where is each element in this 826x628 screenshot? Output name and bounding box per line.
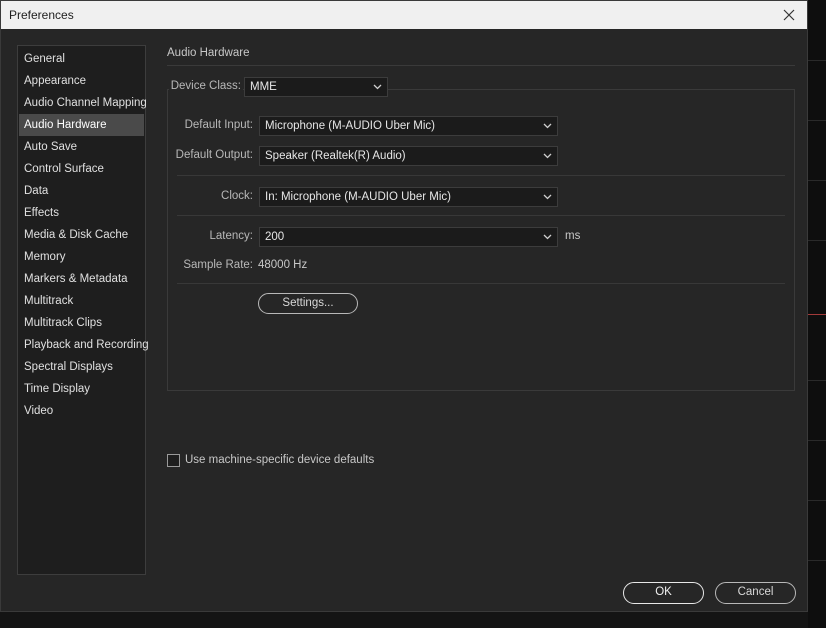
sample-rate-label: Sample Rate: [183, 259, 253, 271]
latency-dropdown[interactable]: 200 [259, 227, 558, 247]
section-divider [167, 65, 795, 66]
sidebar-item-playback-recording[interactable]: Playback and Recording [19, 334, 149, 356]
sidebar-item-memory[interactable]: Memory [19, 246, 144, 268]
preferences-sidebar: General Appearance Audio Channel Mapping… [17, 45, 149, 575]
divider [177, 283, 785, 284]
sidebar-item-general[interactable]: General [19, 48, 144, 70]
settings-button[interactable]: Settings... [258, 293, 358, 314]
default-output-dropdown[interactable]: Speaker (Realtek(R) Audio) [259, 146, 558, 166]
default-output-label: Default Output: [175, 149, 253, 161]
latency-unit: ms [565, 230, 581, 242]
default-input-label: Default Input: [184, 119, 253, 131]
clock-label: Clock: [221, 190, 253, 202]
clock-value: In: Microphone (M-AUDIO Uber Mic) [265, 191, 451, 203]
sidebar-item-audio-channel-mapping[interactable]: Audio Channel Mapping [19, 92, 147, 114]
chevron-down-icon [543, 194, 552, 200]
clock-dropdown[interactable]: In: Microphone (M-AUDIO Uber Mic) [259, 187, 558, 207]
window-title: Preferences [9, 8, 74, 22]
background-grid-line [808, 120, 826, 121]
machine-defaults-checkbox[interactable] [167, 454, 180, 467]
title-bar: Preferences [1, 1, 807, 29]
background-marker-line [808, 314, 826, 315]
default-output-value: Speaker (Realtek(R) Audio) [265, 150, 406, 162]
sidebar-item-audio-hardware[interactable]: Audio Hardware [19, 114, 144, 136]
sidebar-item-appearance[interactable]: Appearance [19, 70, 144, 92]
cancel-button[interactable]: Cancel [715, 582, 796, 604]
default-input-dropdown[interactable]: Microphone (M-AUDIO Uber Mic) [259, 116, 558, 136]
sidebar-item-multitrack[interactable]: Multitrack [19, 290, 144, 312]
background-grid-line [808, 240, 826, 241]
sidebar-item-media-disk-cache[interactable]: Media & Disk Cache [19, 224, 144, 246]
sidebar-item-video[interactable]: Video [19, 400, 144, 422]
device-class-dropdown[interactable]: MME [244, 77, 388, 97]
sidebar-item-markers-metadata[interactable]: Markers & Metadata [19, 268, 144, 290]
sidebar-item-data[interactable]: Data [19, 180, 144, 202]
latency-label: Latency: [209, 230, 253, 242]
section-title: Audio Hardware [167, 47, 250, 59]
chevron-down-icon [543, 153, 552, 159]
device-class-label: Device Class: [169, 80, 243, 92]
sidebar-item-time-display[interactable]: Time Display [19, 378, 144, 400]
background-grid-line [808, 380, 826, 381]
divider [177, 215, 785, 216]
ok-button[interactable]: OK [623, 582, 704, 604]
device-class-value: MME [250, 81, 277, 93]
chevron-down-icon [373, 84, 382, 90]
chevron-down-icon [543, 123, 552, 129]
chevron-down-icon [543, 234, 552, 240]
preferences-dialog: Preferences General Appearance Audio Cha… [0, 0, 808, 612]
sidebar-item-effects[interactable]: Effects [19, 202, 144, 224]
background-grid-line [808, 440, 826, 441]
close-icon [783, 9, 795, 21]
latency-value: 200 [265, 231, 285, 243]
sidebar-item-control-surface[interactable]: Control Surface [19, 158, 144, 180]
background-grid-line [808, 60, 826, 61]
close-button[interactable] [779, 5, 799, 25]
background-grid-line [808, 560, 826, 561]
background-grid-line [808, 500, 826, 501]
sidebar-item-multitrack-clips[interactable]: Multitrack Clips [19, 312, 144, 334]
default-input-value: Microphone (M-AUDIO Uber Mic) [265, 120, 435, 132]
sidebar-item-spectral-displays[interactable]: Spectral Displays [19, 356, 144, 378]
machine-defaults-label: Use machine-specific device defaults [185, 454, 375, 466]
background-grid-line [808, 180, 826, 181]
sidebar-item-auto-save[interactable]: Auto Save [19, 136, 144, 158]
divider [177, 175, 785, 176]
sample-rate-value: 48000 Hz [258, 259, 308, 271]
